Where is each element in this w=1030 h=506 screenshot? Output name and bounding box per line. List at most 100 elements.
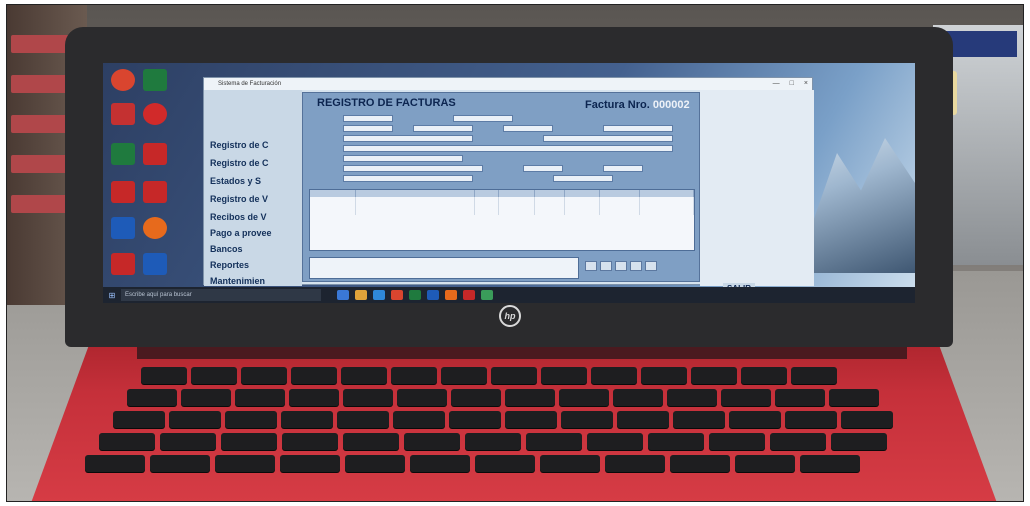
word-icon[interactable] [143, 253, 167, 275]
form-field[interactable] [603, 125, 673, 132]
menu-item[interactable]: Estados y S [210, 176, 261, 186]
keyboard-key[interactable] [670, 455, 730, 472]
keyboard-key[interactable] [289, 389, 339, 406]
keyboard-key[interactable] [337, 411, 389, 428]
keyboard-key[interactable] [225, 411, 277, 428]
keyboard-key[interactable] [191, 367, 237, 384]
keyboard-key[interactable] [841, 411, 893, 428]
firefox-icon[interactable] [143, 217, 167, 239]
keyboard-key[interactable] [215, 455, 275, 472]
keyboard-key[interactable] [181, 389, 231, 406]
keyboard-key[interactable] [150, 455, 210, 472]
keyboard-key[interactable] [85, 455, 145, 472]
keyboard-key[interactable] [526, 433, 582, 450]
edge-icon[interactable] [373, 290, 385, 300]
menu-item[interactable]: Reportes [210, 260, 249, 270]
keyboard-key[interactable] [99, 433, 155, 450]
pdf-icon[interactable] [111, 253, 135, 275]
keyboard-key[interactable] [449, 411, 501, 428]
excel-icon[interactable] [111, 143, 135, 165]
form-field[interactable] [343, 115, 393, 122]
keyboard-key[interactable] [291, 367, 337, 384]
keyboard-key[interactable] [160, 433, 216, 450]
keyboard-key[interactable] [735, 455, 795, 472]
keyboard-key[interactable] [341, 367, 387, 384]
windows-start-icon[interactable]: ⊞ [103, 287, 121, 303]
keyboard-key[interactable] [343, 433, 399, 450]
keyboard-key[interactable] [709, 433, 765, 450]
word-icon[interactable] [111, 217, 135, 239]
acrobat-icon[interactable] [111, 103, 135, 125]
keyboard-key[interactable] [648, 433, 704, 450]
pdf-icon[interactable] [143, 181, 167, 203]
keyboard-key[interactable] [505, 389, 555, 406]
keyboard-key[interactable] [775, 389, 825, 406]
keyboard-key[interactable] [785, 411, 837, 428]
form-field[interactable] [343, 125, 393, 132]
keyboard-key[interactable] [282, 433, 338, 450]
folder-icon[interactable] [355, 290, 367, 300]
keyboard-key[interactable] [591, 367, 637, 384]
keyboard-key[interactable] [505, 411, 557, 428]
keyboard-key[interactable] [113, 411, 165, 428]
word-icon[interactable] [427, 290, 439, 300]
chrome-icon[interactable] [391, 290, 403, 300]
keyboard-key[interactable] [441, 367, 487, 384]
keyboard-key[interactable] [169, 411, 221, 428]
chrome-icon[interactable] [111, 69, 135, 91]
form-field[interactable] [543, 135, 673, 142]
form-field[interactable] [413, 125, 473, 132]
keyboard-key[interactable] [280, 455, 340, 472]
keyboard-key[interactable] [393, 411, 445, 428]
keyboard-key[interactable] [491, 367, 537, 384]
keyboard-key[interactable] [281, 411, 333, 428]
keyboard-key[interactable] [605, 455, 665, 472]
form-field[interactable] [343, 135, 473, 142]
excel-icon[interactable] [143, 69, 167, 91]
form-field[interactable] [523, 165, 563, 172]
minimize-icon[interactable]: — [773, 80, 780, 87]
notes-field[interactable] [309, 257, 579, 279]
keyboard-key[interactable] [791, 367, 837, 384]
form-field[interactable] [453, 115, 513, 122]
keyboard-key[interactable] [391, 367, 437, 384]
pdf-icon[interactable] [463, 290, 475, 300]
action-button[interactable] [615, 261, 627, 271]
action-button[interactable] [630, 261, 642, 271]
keyboard-key[interactable] [829, 389, 879, 406]
keyboard-key[interactable] [235, 389, 285, 406]
form-field[interactable] [343, 165, 483, 172]
keyboard-key[interactable] [465, 433, 521, 450]
keyboard-key[interactable] [729, 411, 781, 428]
excel-icon[interactable] [409, 290, 421, 300]
menu-item[interactable]: Registro de C [210, 140, 269, 150]
keyboard-key[interactable] [451, 389, 501, 406]
table-row[interactable] [310, 209, 694, 215]
keyboard-key[interactable] [831, 433, 887, 450]
keyboard-key[interactable] [617, 411, 669, 428]
maximize-icon[interactable]: □ [790, 80, 794, 87]
close-icon[interactable]: × [804, 80, 808, 87]
pdf-icon[interactable] [143, 103, 167, 125]
app-icon[interactable] [481, 290, 493, 300]
form-field[interactable] [343, 155, 463, 162]
taskbar-search[interactable]: Escribe aquí para buscar [121, 289, 321, 301]
keyboard-key[interactable] [541, 367, 587, 384]
keyboard-key[interactable] [540, 455, 600, 472]
keyboard-key[interactable] [667, 389, 717, 406]
menu-item[interactable]: Mantenimien [210, 276, 265, 286]
keyboard-key[interactable] [673, 411, 725, 428]
menu-item[interactable]: Registro de V [210, 194, 268, 204]
pdf-icon[interactable] [143, 143, 167, 165]
menu-item[interactable]: Bancos [210, 244, 243, 254]
keyboard-key[interactable] [404, 433, 460, 450]
keyboard-key[interactable] [721, 389, 771, 406]
keyboard-key[interactable] [345, 455, 405, 472]
keyboard-key[interactable] [587, 433, 643, 450]
keyboard-key[interactable] [770, 433, 826, 450]
action-button[interactable] [585, 261, 597, 271]
keyboard-key[interactable] [741, 367, 787, 384]
firefox-icon[interactable] [445, 290, 457, 300]
form-field[interactable] [553, 175, 613, 182]
keyboard-key[interactable] [641, 367, 687, 384]
